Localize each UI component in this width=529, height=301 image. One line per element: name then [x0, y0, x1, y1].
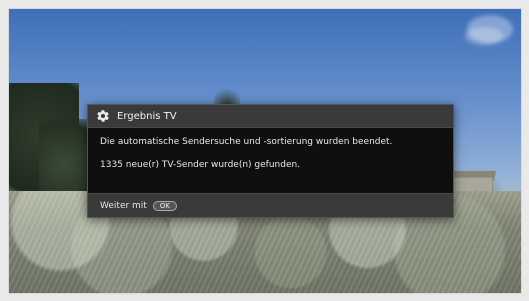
dialog-message-line-1: Die automatische Sendersuche und -sortie… [100, 137, 393, 147]
dialog-header: Ergebnis TV [88, 105, 453, 128]
dialog-message-line-2: 1335 neue(r) TV-Sender wurde(n) gefunden… [100, 160, 301, 170]
gear-icon [97, 110, 109, 122]
background-cloud [465, 27, 503, 45]
dialog-body: Die automatische Sendersuche und -sortie… [88, 128, 453, 193]
dialog-title: Ergebnis TV [117, 110, 177, 122]
ok-button[interactable]: OK [152, 200, 177, 211]
dialog-footer: Weiter mit OK [88, 193, 453, 217]
result-dialog: Ergebnis TV Die automatische Sendersuche… [87, 104, 454, 218]
continue-label: Weiter mit [100, 200, 147, 211]
tv-screen: Ergebnis TV Die automatische Sendersuche… [8, 8, 522, 294]
